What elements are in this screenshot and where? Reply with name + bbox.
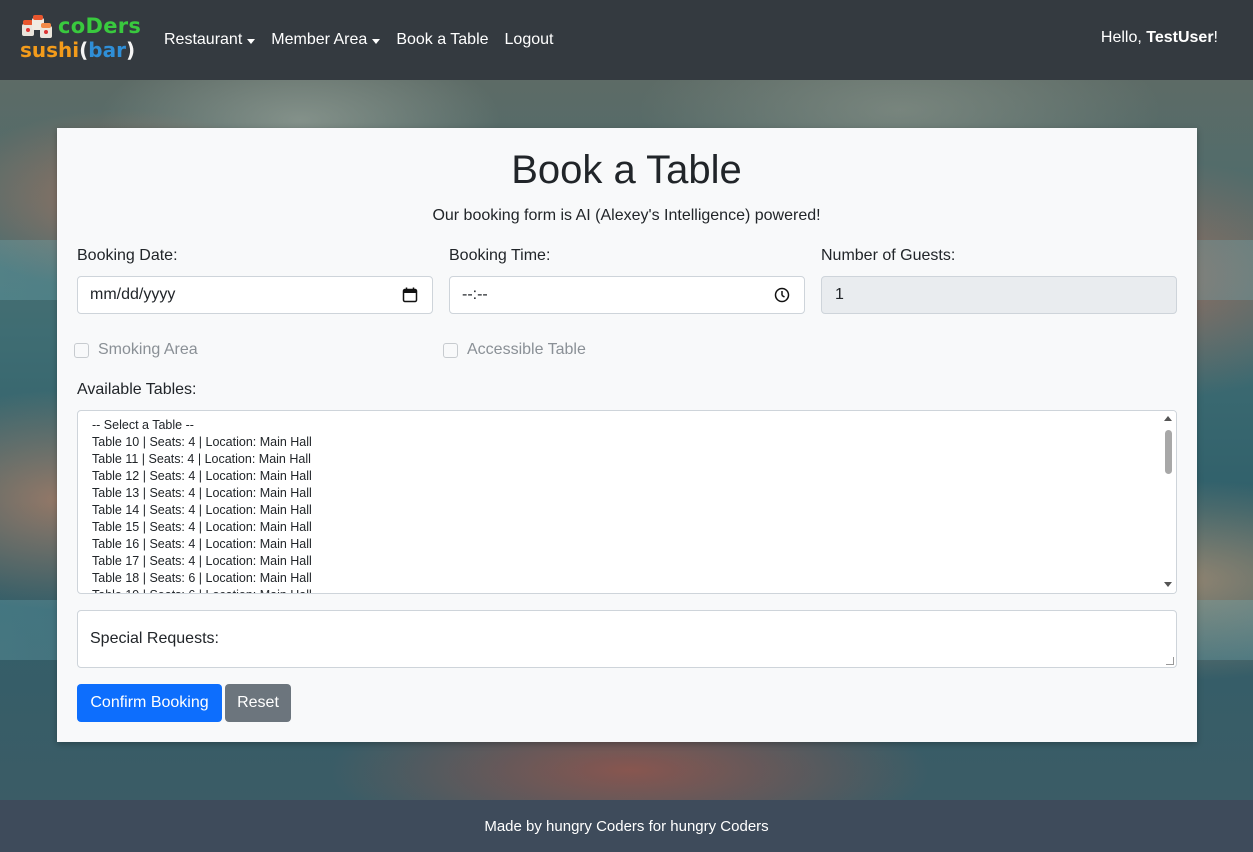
caret-down-icon: [372, 38, 381, 44]
table-option[interactable]: Table 18 | Seats: 6 | Location: Main Hal…: [92, 570, 312, 587]
booking-time-input[interactable]: --:--: [449, 276, 805, 314]
guests-label: Number of Guests:: [821, 247, 956, 264]
accessible-table-label: Accessible Table: [467, 341, 586, 358]
accessible-table-checkbox[interactable]: Accessible Table: [443, 341, 586, 359]
greeting-prefix: Hello,: [1100, 29, 1147, 46]
special-requests-textarea[interactable]: Special Requests:: [77, 610, 1177, 668]
greeting-suffix: !: [1213, 29, 1218, 46]
table-option[interactable]: Table 19 | Seats: 6 | Location: Main Hal…: [92, 587, 312, 593]
table-option[interactable]: Table 16 | Seats: 4 | Location: Main Hal…: [92, 536, 312, 553]
footer-text: Made by hungry Coders for hungry Coders: [484, 817, 769, 835]
special-requests-placeholder: Special Requests:: [90, 630, 219, 647]
table-option[interactable]: Table 13 | Seats: 4 | Location: Main Hal…: [92, 485, 312, 502]
logo-paren-open: (: [79, 38, 89, 62]
nav-item-label: Member Area: [271, 31, 368, 48]
table-option[interactable]: Table 10 | Seats: 4 | Location: Main Hal…: [92, 434, 312, 451]
calendar-icon[interactable]: [402, 287, 418, 303]
available-tables-label: Available Tables:: [77, 381, 197, 398]
nav-item-book-a-table[interactable]: Book a Table: [396, 31, 488, 49]
listbox-scrollbar[interactable]: [1161, 411, 1176, 593]
booking-time-placeholder: --:--: [462, 286, 488, 303]
checkbox-box[interactable]: [443, 342, 458, 358]
scrollbar-thumb[interactable]: [1165, 430, 1172, 474]
nav-item-label: Logout: [504, 31, 554, 48]
nav-menu: Restaurant Member Area Book a Table Logo…: [164, 0, 569, 80]
table-options: -- Select a Table -- Table 10 | Seats: 4 …: [92, 417, 312, 593]
available-tables-listbox[interactable]: -- Select a Table -- Table 10 | Seats: 4 …: [77, 410, 1177, 594]
booking-date-placeholder: mm/dd/yyyy: [90, 286, 176, 303]
booking-date-input[interactable]: mm/dd/yyyy: [77, 276, 433, 314]
clock-icon[interactable]: [774, 287, 790, 303]
table-option[interactable]: Table 11 | Seats: 4 | Location: Main Hal…: [92, 451, 312, 468]
brand-logo[interactable]: coDers sushi(bar): [20, 14, 142, 66]
table-option[interactable]: -- Select a Table --: [92, 417, 312, 434]
booking-date-label: Booking Date:: [77, 247, 178, 264]
checkbox-box[interactable]: [74, 342, 89, 358]
nav-item-label: Book a Table: [396, 31, 489, 48]
caret-down-icon: [247, 38, 256, 44]
navbar: coDers sushi(bar) Restaurant Member Area…: [0, 0, 1253, 80]
footer: Made by hungry Coders for hungry Coders: [0, 800, 1253, 852]
scroll-down-arrow-icon[interactable]: [1164, 582, 1172, 587]
nav-item-member-area[interactable]: Member Area: [271, 31, 381, 49]
table-option[interactable]: Table 12 | Seats: 4 | Location: Main Hal…: [92, 468, 312, 485]
logo-bar: bar: [88, 38, 126, 62]
page-subtitle: Our booking form is AI (Alexey's Intelli…: [432, 207, 821, 224]
nav-item-restaurant[interactable]: Restaurant: [164, 31, 256, 49]
logo-text-coders: coDers: [58, 14, 142, 38]
user-greeting: Hello, TestUser!: [1101, 29, 1218, 47]
smoking-area-label: Smoking Area: [98, 341, 198, 358]
resize-grip-icon[interactable]: [1166, 657, 1174, 665]
scroll-up-arrow-icon[interactable]: [1164, 416, 1172, 421]
table-option[interactable]: Table 15 | Seats: 4 | Location: Main Hal…: [92, 519, 312, 536]
logo-paren-close: ): [125, 38, 136, 62]
guests-input[interactable]: 1: [821, 276, 1177, 314]
table-option[interactable]: Table 14 | Seats: 4 | Location: Main Hal…: [92, 502, 312, 519]
booking-time-label: Booking Time:: [449, 247, 551, 264]
username: TestUser: [1146, 29, 1214, 46]
logo-text-sushibar: sushi(bar): [20, 38, 135, 62]
nav-item-logout[interactable]: Logout: [505, 31, 554, 49]
smoking-area-checkbox[interactable]: Smoking Area: [74, 341, 198, 359]
confirm-booking-button[interactable]: Confirm Booking: [77, 684, 222, 722]
page-title: Book a Table: [511, 148, 742, 192]
guests-value: 1: [835, 286, 844, 303]
nav-item-label: Restaurant: [164, 31, 243, 48]
reset-button[interactable]: Reset: [225, 684, 291, 722]
table-option[interactable]: Table 17 | Seats: 4 | Location: Main Hal…: [92, 553, 312, 570]
logo-sushi: sushi: [20, 38, 80, 62]
